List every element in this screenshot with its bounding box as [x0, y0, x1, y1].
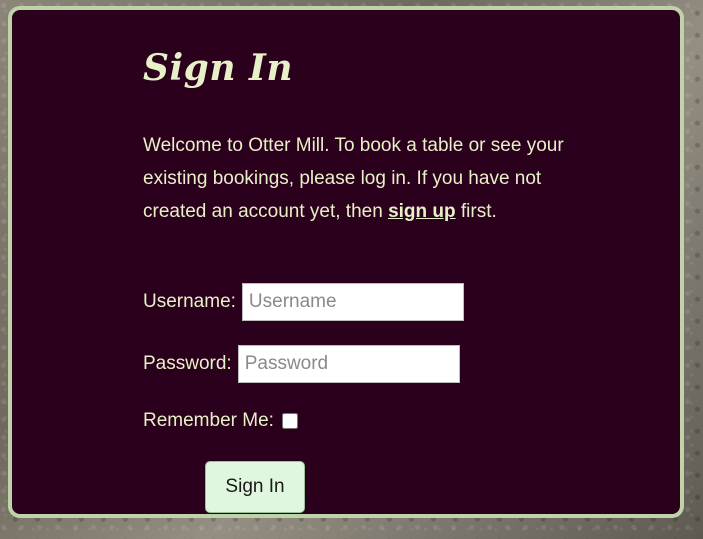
page-title: Sign In: [143, 47, 294, 89]
signin-card: Sign In Welcome to Otter Mill. To book a…: [8, 6, 684, 518]
intro-text: Welcome to Otter Mill. To book a table o…: [143, 129, 573, 228]
username-row: Username:: [143, 283, 464, 321]
password-label: Password:: [143, 353, 232, 374]
remember-label: Remember Me:: [143, 410, 274, 431]
intro-text-after-link: first.: [455, 201, 497, 222]
username-input[interactable]: [241, 283, 464, 321]
sign-in-button[interactable]: Sign In: [205, 461, 305, 513]
remember-me-checkbox[interactable]: [281, 413, 298, 429]
intro-text-before-link: Welcome to Otter Mill. To book a table o…: [143, 135, 564, 222]
username-label: Username:: [143, 291, 236, 312]
password-row: Password:: [143, 345, 460, 383]
password-input[interactable]: [237, 345, 460, 383]
signup-link[interactable]: sign up: [388, 201, 456, 222]
remember-row: Remember Me:: [143, 410, 298, 432]
